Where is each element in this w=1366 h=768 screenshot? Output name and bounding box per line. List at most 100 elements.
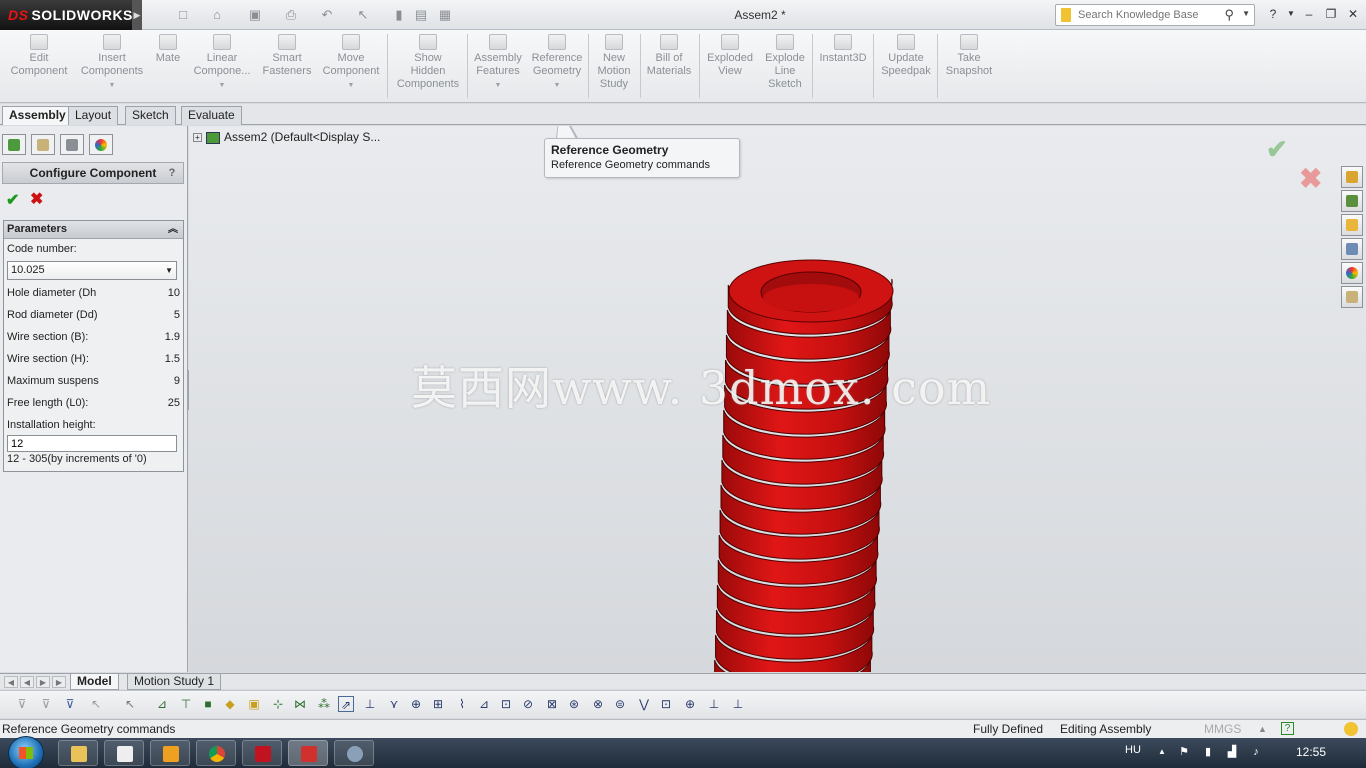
filter-axes-icon[interactable]: ⊹ bbox=[270, 696, 286, 712]
help-icon[interactable]: ? bbox=[1264, 6, 1282, 22]
exploded-view-button[interactable]: Exploded View bbox=[702, 34, 758, 78]
confirmation-ok-icon[interactable]: ✔ bbox=[1266, 134, 1288, 165]
linear-pattern-button[interactable]: Linear Compone... ▼ bbox=[188, 34, 256, 92]
search-box[interactable]: ⚲ ▼ bbox=[1055, 4, 1255, 26]
new-document-icon[interactable]: □ bbox=[172, 6, 194, 24]
insert-components-button[interactable]: Insert Components ▼ bbox=[76, 34, 148, 92]
filter-notes-icon[interactable]: ⊡ bbox=[498, 696, 514, 712]
units-dropdown-icon[interactable]: ▲ bbox=[1258, 720, 1267, 738]
search-input[interactable] bbox=[1078, 7, 1228, 23]
save-icon[interactable]: ▣ bbox=[244, 6, 266, 24]
filter-datum-targets-icon[interactable]: ⊛ bbox=[566, 696, 582, 712]
select-all-filters-icon[interactable]: ⊽ bbox=[62, 696, 78, 712]
taskbar-chrome[interactable] bbox=[196, 740, 236, 766]
assembly-features-button[interactable]: Assembly Features ▼ bbox=[470, 34, 526, 92]
close-button[interactable]: ✕ bbox=[1344, 6, 1362, 22]
bill-of-materials-button[interactable]: Bill of Materials bbox=[643, 34, 695, 78]
take-snapshot-button[interactable]: Take Snapshot bbox=[940, 34, 998, 78]
file-properties-icon[interactable]: ▤ bbox=[410, 6, 432, 24]
configuration-manager-tab[interactable] bbox=[60, 134, 85, 155]
tab-sketch[interactable]: Sketch bbox=[125, 106, 176, 125]
viewport-minimize-icon[interactable]: – bbox=[1295, 126, 1311, 128]
filter-datum-features-icon[interactable]: ⊘ bbox=[520, 696, 536, 712]
rebuild-status-icon[interactable] bbox=[1344, 722, 1358, 736]
display-style-icon[interactable]: ◧ bbox=[755, 126, 771, 127]
split-view-icon[interactable]: ◫ bbox=[1249, 126, 1265, 128]
tab-assembly[interactable]: Assembly bbox=[2, 106, 73, 125]
help-icon[interactable]: ? bbox=[165, 166, 179, 180]
filter-dimensions-icon[interactable]: ⊞ bbox=[430, 696, 446, 712]
filter-edges-icon[interactable]: ⊤ bbox=[178, 696, 194, 712]
ok-button[interactable]: ✔ bbox=[6, 190, 19, 210]
taskbar-app[interactable] bbox=[334, 740, 374, 766]
print-icon[interactable]: ⎙ bbox=[280, 6, 302, 24]
smart-fasteners-button[interactable]: Smart Fasteners bbox=[256, 34, 318, 78]
show-hidden-icons[interactable]: ▲ bbox=[1156, 746, 1168, 758]
search-dropdown-icon[interactable]: ▼ bbox=[1242, 9, 1250, 18]
next-tab-arrow[interactable]: ▶ bbox=[36, 676, 50, 688]
move-component-button[interactable]: Move Component ▼ bbox=[318, 34, 384, 92]
zoom-to-area-icon[interactable]: ⌕ bbox=[649, 126, 665, 127]
prev-tab-arrow[interactable]: ◀ bbox=[20, 676, 34, 688]
hide-show-items-icon[interactable]: ◎ bbox=[791, 126, 807, 127]
options-icon[interactable]: ▦ bbox=[434, 6, 456, 24]
new-motion-study-button[interactable]: New Motion Study bbox=[592, 34, 636, 91]
clear-filters-icon[interactable]: ⊽ bbox=[38, 696, 54, 712]
filter-dowel-pins-icon[interactable]: ⋁ bbox=[636, 696, 652, 712]
cursor-select-icon[interactable]: ↖ bbox=[88, 696, 104, 712]
menu-expand-arrow[interactable]: ▶ bbox=[132, 0, 142, 30]
filter-toggle-icon[interactable]: ⊽ bbox=[14, 696, 30, 712]
language-indicator[interactable]: HU bbox=[1125, 744, 1141, 756]
undo-icon[interactable]: ↶ bbox=[316, 6, 338, 24]
minimize-button[interactable]: – bbox=[1300, 6, 1318, 22]
filter-routing-points-icon[interactable]: ⊕ bbox=[682, 696, 698, 712]
instant3d-button[interactable]: Instant3D bbox=[815, 34, 871, 65]
filter-faces-icon[interactable]: ■ bbox=[200, 696, 216, 712]
search-icon[interactable]: ⚲ bbox=[1224, 7, 1234, 23]
explode-line-sketch-button[interactable]: Explode Line Sketch bbox=[760, 34, 810, 91]
start-button[interactable] bbox=[8, 736, 44, 768]
show-hidden-components-button[interactable]: Show Hidden Components bbox=[391, 34, 465, 91]
reference-geometry-button[interactable]: Reference Geometry ▼ bbox=[528, 34, 586, 92]
view-settings-icon[interactable]: ▤ bbox=[889, 126, 905, 127]
filter-surface-bodies-icon[interactable]: ◆ bbox=[222, 696, 238, 712]
taskbar-solidworks[interactable] bbox=[288, 740, 328, 766]
custom-properties-tab[interactable] bbox=[1341, 286, 1363, 308]
filter-mid-points-icon[interactable]: ⊥ bbox=[706, 696, 722, 712]
feature-manager-tab[interactable] bbox=[2, 134, 26, 155]
graphics-area[interactable]: +Assem2 (Default<Display S... ⌕ ⌕ ↶ ▥ ▣ … bbox=[189, 126, 1366, 672]
design-library-tab[interactable] bbox=[1341, 190, 1363, 212]
tab-evaluate[interactable]: Evaluate bbox=[181, 106, 242, 125]
taskbar-media-player[interactable] bbox=[150, 740, 190, 766]
taskbar-acrobat[interactable] bbox=[242, 740, 282, 766]
action-center-icon[interactable]: ⚑ bbox=[1178, 746, 1190, 758]
power-icon[interactable]: ▮ bbox=[1202, 746, 1214, 758]
edit-component-button[interactable]: Edit Component bbox=[6, 34, 72, 78]
parameters-header[interactable]: Parameters ︽ bbox=[4, 221, 183, 239]
rebuild-icon[interactable]: ▮ bbox=[388, 6, 410, 24]
filter-surface-finish-icon[interactable]: ⌇ bbox=[454, 696, 470, 712]
select-icon[interactable]: ↖ bbox=[352, 6, 374, 24]
filter-loops-icon[interactable]: ⊥ bbox=[730, 696, 746, 712]
code-number-select[interactable]: 10.025 ▼ bbox=[7, 261, 177, 280]
filter-centerline-icon[interactable]: ⊕ bbox=[408, 696, 424, 712]
first-tab-arrow[interactable]: ◀ bbox=[4, 676, 18, 688]
help-dropdown-icon[interactable]: ▼ bbox=[1282, 6, 1300, 22]
property-manager-tab[interactable] bbox=[31, 134, 56, 155]
clock[interactable]: 12:55 bbox=[1296, 745, 1326, 759]
filter-geometric-tolerance-icon[interactable]: ⊿ bbox=[476, 696, 492, 712]
tab-layout[interactable]: Layout bbox=[68, 106, 119, 125]
taskbar-calculator[interactable] bbox=[104, 740, 144, 766]
filter-vertices-icon[interactable]: ⊿ bbox=[154, 696, 170, 712]
filter-sketch-segments-icon[interactable]: ⇗ bbox=[338, 696, 354, 712]
status-units[interactable]: MMGS bbox=[1204, 720, 1241, 738]
view-palette-tab[interactable] bbox=[1341, 238, 1363, 260]
apply-scene-icon[interactable]: ☁ bbox=[851, 126, 867, 127]
section-view-icon[interactable]: ▥ bbox=[695, 126, 711, 127]
appearances-tab[interactable] bbox=[1341, 262, 1363, 284]
select-other-icon[interactable]: ↖ bbox=[122, 696, 138, 712]
network-icon[interactable]: ▟ bbox=[1226, 746, 1238, 758]
display-manager-tab[interactable] bbox=[89, 134, 114, 155]
filter-planes-icon[interactable]: ⋈ bbox=[292, 696, 308, 712]
confirmation-cancel-icon[interactable]: ✖ bbox=[1299, 162, 1322, 195]
